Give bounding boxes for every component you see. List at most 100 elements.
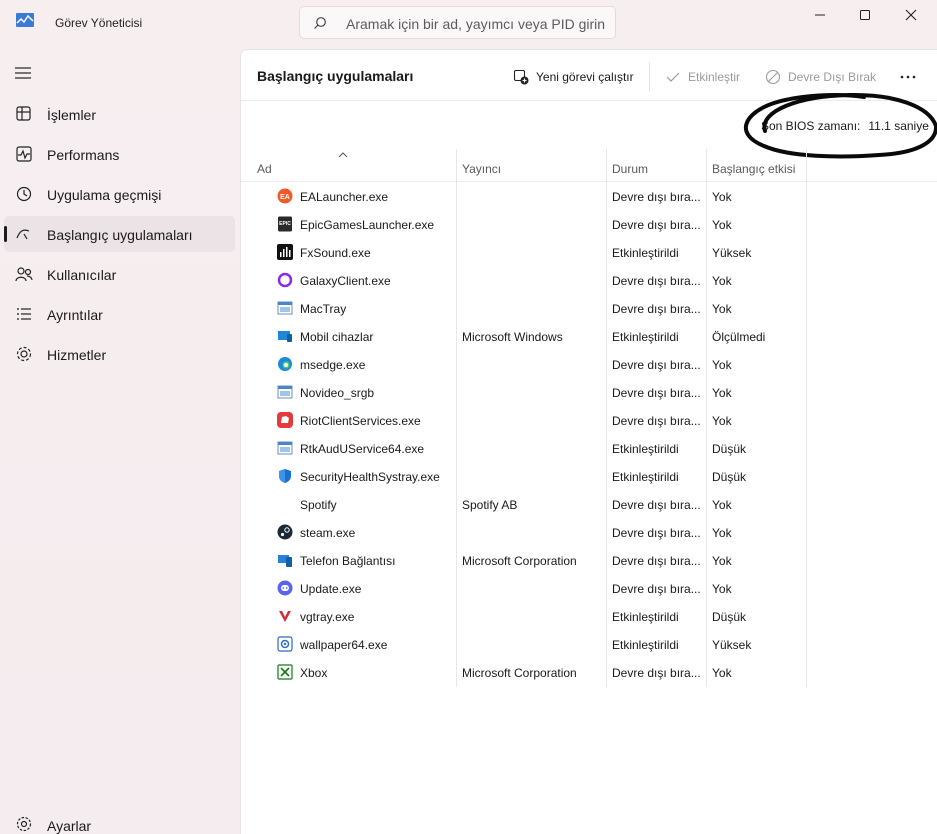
page-title: Başlangıç uygulamaları (257, 68, 414, 84)
wallpaper-icon (277, 636, 293, 652)
ea-icon: EA (277, 188, 293, 204)
row-name: EpicGamesLauncher.exe (300, 218, 435, 232)
disable-icon (765, 69, 781, 85)
column-publisher[interactable]: Yayıncı (462, 162, 501, 176)
table-row[interactable]: MacTray Devre dışı bıra... Yok (241, 294, 937, 322)
new-task-button[interactable]: Yeni görevi çalıştır (513, 67, 634, 87)
row-status: Etkinleştirildi (612, 442, 679, 456)
window-app-icon (277, 300, 293, 316)
more-options-button[interactable] (899, 67, 917, 87)
table-row[interactable]: Mobil cihazlar Microsoft Windows Etkinleşt… (241, 322, 937, 350)
disable-button[interactable]: Devre Dışı Bırak (765, 67, 876, 87)
processes-icon (16, 106, 31, 121)
vanguard-icon (277, 608, 293, 624)
sidebar-item-users[interactable]: Kullanıcılar (4, 256, 235, 292)
row-status: Devre dışı bıra... (612, 526, 701, 540)
sidebar-item-processes[interactable]: İşlemler (4, 96, 235, 132)
row-name: GalaxyClient.exe (300, 274, 391, 288)
checkmark-icon (666, 72, 680, 82)
sidebar-item-label: İşlemler (47, 107, 97, 123)
table-row[interactable]: Xbox Microsoft Corporation Devre dışı bıra… (241, 658, 937, 686)
table-row[interactable]: RtkAudUService64.exe Etkinleştirildi Düşük (241, 434, 937, 462)
sidebar-item-services[interactable]: Hizmetler (4, 336, 235, 372)
toolbar-divider (649, 62, 650, 92)
xbox-icon (277, 664, 293, 680)
row-status: Devre dışı bıra... (612, 554, 701, 568)
phone-link-icon (277, 552, 293, 568)
row-status: Etkinleştirildi (612, 246, 679, 260)
row-status: Devre dışı bıra... (612, 302, 701, 316)
table-row[interactable]: Telefon Bağlantısı Microsoft Corporation D… (241, 546, 937, 574)
epic-icon: EPIC (277, 216, 293, 232)
row-name: MacTray (300, 302, 347, 316)
close-icon (905, 9, 917, 21)
row-startup-impact: Yok (712, 386, 732, 400)
row-startup-impact: Yüksek (712, 638, 752, 652)
table-row[interactable]: Update.exe Devre dışı bıra... Yok (241, 574, 937, 602)
row-startup-impact: Yok (712, 218, 732, 232)
table-row[interactable]: FxSound.exe Etkinleştirildi Yüksek (241, 238, 937, 266)
row-name: EALauncher.exe (300, 190, 389, 204)
search-box[interactable]: Aramak için bir ad, yayımcı veya PID gir… (299, 6, 616, 39)
gear-icon (16, 816, 32, 832)
window-app-icon (277, 384, 293, 400)
row-name: vgtray.exe (300, 610, 355, 624)
table-row[interactable]: RiotClientServices.exe Devre dışı bıra...… (241, 406, 937, 434)
row-publisher: Spotify AB (462, 498, 518, 512)
performance-icon (16, 146, 32, 162)
users-icon (15, 267, 33, 282)
enable-label: Etkinleştir (688, 70, 741, 84)
svg-text:EA: EA (280, 194, 290, 201)
disable-label: Devre Dışı Bırak (788, 70, 877, 84)
row-name: Spotify (300, 498, 337, 512)
table-row[interactable]: vgtray.exe Etkinleştirildi Düşük (241, 602, 937, 630)
row-status: Devre dışı bıra... (612, 274, 701, 288)
sidebar-item-details[interactable]: Ayrıntılar (4, 296, 235, 332)
sidebar-item-label: Performans (47, 147, 120, 163)
row-startup-impact: Düşük (712, 610, 747, 624)
row-startup-impact: Yok (712, 666, 732, 680)
close-button[interactable] (888, 0, 934, 30)
row-name: RtkAudUService64.exe (300, 442, 425, 456)
sidebar-item-app-history[interactable]: Uygulama geçmişi (4, 176, 235, 212)
table-row[interactable]: GalaxyClient.exe Devre dışı bıra... Yok (241, 266, 937, 294)
sidebar-item-startup[interactable]: Başlangıç uygulamaları (4, 216, 235, 252)
minimize-button[interactable] (797, 0, 843, 30)
table-row[interactable]: steam.exe Devre dışı bıra... Yok (241, 518, 937, 546)
window-app-icon (277, 440, 293, 456)
sort-ascending-icon[interactable] (338, 152, 348, 158)
table-row[interactable]: wallpaper64.exe Etkinleştirildi Yüksek (241, 630, 937, 658)
column-name[interactable]: Ad (257, 162, 272, 176)
riot-icon (277, 412, 293, 428)
row-startup-impact: Yok (712, 582, 732, 596)
settings-label: Ayarlar (47, 818, 92, 834)
row-status: Devre dışı bıra... (612, 358, 701, 372)
row-name: steam.exe (300, 526, 356, 540)
row-name: wallpaper64.exe (300, 638, 388, 652)
table-row[interactable]: SecurityHealthSystray.exe Etkinleştirildi… (241, 462, 937, 490)
sidebar-item-label: Başlangıç uygulamaları (47, 227, 193, 243)
row-name: RiotClientServices.exe (300, 414, 421, 428)
table-row[interactable]: Novideo_srgb Devre dışı bıra... Yok (241, 378, 937, 406)
table-row[interactable]: EPIC EpicGamesLauncher.exe Devre dışı bıra… (241, 210, 937, 238)
row-status: Etkinleştirildi (612, 330, 679, 344)
row-name: Update.exe (300, 582, 362, 596)
enable-button[interactable]: Etkinleştir (665, 67, 740, 87)
sidebar-item-settings[interactable]: Ayarlar (4, 807, 235, 834)
row-startup-impact: Yok (712, 554, 732, 568)
row-status: Devre dışı bıra... (612, 386, 701, 400)
column-startup-impact[interactable]: Başlangıç etkisi (712, 162, 795, 176)
sidebar-item-performance[interactable]: Performans (4, 136, 235, 172)
row-startup-impact: Yok (712, 190, 732, 204)
sidebar-item-label: Ayrıntılar (47, 307, 103, 323)
search-placeholder: Aramak için bir ad, yayımcı veya PID gir… (346, 16, 606, 32)
row-name: FxSound.exe (300, 246, 371, 260)
table-row[interactable]: msedge.exe Devre dışı bıra... Yok (241, 350, 937, 378)
table-row[interactable]: EA EALauncher.exe Devre dışı bıra... Yok (241, 182, 937, 210)
table-row[interactable]: Spotify Spotify AB Devre dışı bıra... Yok (241, 490, 937, 518)
sidebar-item-label: Uygulama geçmişi (47, 187, 162, 203)
active-indicator (4, 226, 7, 242)
column-status[interactable]: Durum (612, 162, 648, 176)
maximize-button[interactable] (842, 0, 888, 30)
hamburger-menu-icon[interactable] (14, 65, 32, 81)
